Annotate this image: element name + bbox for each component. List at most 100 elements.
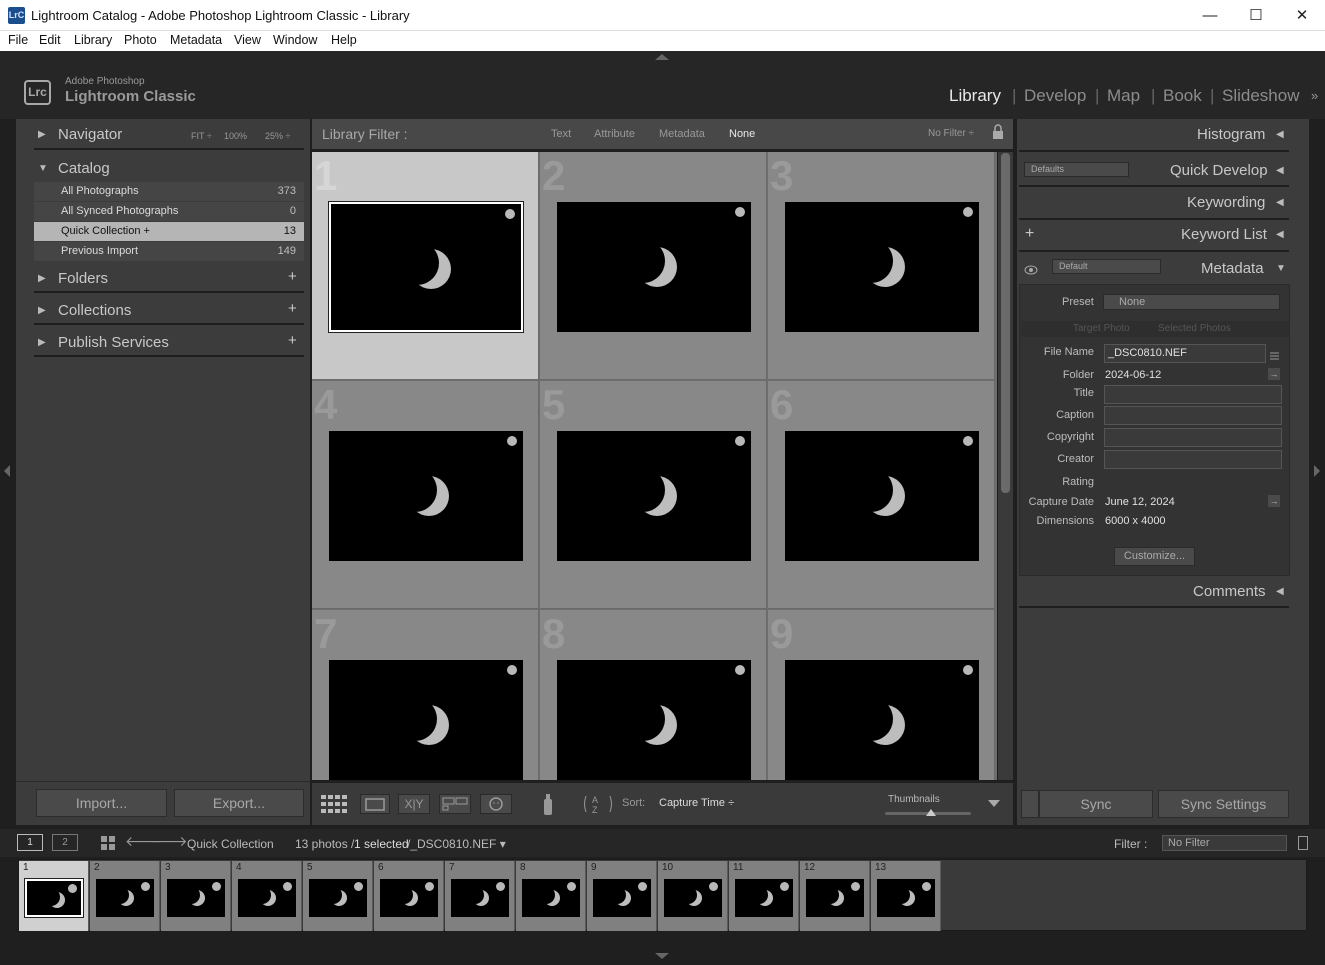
comments-label[interactable]: Comments	[1193, 583, 1266, 600]
module-library[interactable]: Library	[949, 86, 1001, 106]
histogram-label[interactable]: Histogram	[1197, 126, 1265, 143]
more-modules-icon[interactable]: »	[1311, 88, 1318, 103]
filmstrip-cell[interactable]: 3	[161, 861, 231, 931]
grid-cell[interactable]: 8	[540, 610, 767, 780]
filmstrip-cell[interactable]: 13	[871, 861, 941, 931]
filmstrip-thumbnail[interactable]	[238, 879, 296, 917]
filmstrip-cell[interactable]: 4	[232, 861, 302, 931]
grid-view-icon[interactable]	[101, 836, 115, 850]
filter-none-tab[interactable]: None	[729, 128, 755, 140]
right-panel-toggle-icon[interactable]	[1314, 465, 1320, 477]
filmstrip-thumbnail[interactable]	[380, 879, 438, 917]
go-to-folder-icon[interactable]: →	[1268, 368, 1280, 380]
filmstrip-cell[interactable]: 7	[445, 861, 515, 931]
menu-window[interactable]: Window	[273, 33, 317, 47]
photo-thumbnail[interactable]	[557, 660, 751, 780]
import-button[interactable]: Import...	[36, 789, 167, 817]
menu-photo[interactable]: Photo	[124, 33, 157, 47]
grid-view-icon[interactable]	[320, 794, 350, 814]
quick-develop-preset[interactable]: Defaults	[1024, 162, 1129, 177]
filmstrip-cell[interactable]: 10	[658, 861, 728, 931]
filmstrip-cell[interactable]: 8	[516, 861, 586, 931]
photo-thumbnail[interactable]	[557, 202, 751, 332]
collapse-icon[interactable]: ◀	[1276, 586, 1284, 597]
menu-metadata[interactable]: Metadata	[170, 33, 222, 47]
grid-scrollbar-thumb[interactable]	[1001, 153, 1010, 493]
copyright-field[interactable]	[1104, 428, 1282, 447]
list-icon[interactable]	[1269, 348, 1280, 360]
filmstrip-thumbnail[interactable]	[593, 879, 651, 917]
filmstrip-thumbnail[interactable]	[451, 879, 509, 917]
metadata-preset-select[interactable]: None	[1103, 294, 1280, 310]
add-folder-icon[interactable]: +	[288, 268, 297, 285]
photo-thumbnail[interactable]	[557, 431, 751, 561]
close-button[interactable]: ✕	[1279, 0, 1325, 31]
eye-icon[interactable]	[1024, 262, 1038, 275]
filmstrip-source[interactable]: Quick Collection	[187, 837, 274, 851]
menu-view[interactable]: View	[234, 33, 261, 47]
grid-cell[interactable]: 2	[540, 152, 767, 380]
collapse-icon[interactable]: ◀	[1276, 229, 1284, 240]
main-screen-button[interactable]: 1	[17, 834, 43, 851]
grid-cell[interactable]: 3	[768, 152, 995, 380]
grid-cell[interactable]: 5	[540, 381, 767, 609]
filmstrip-cell[interactable]: 5	[303, 861, 373, 931]
grid-cell[interactable]: 4	[312, 381, 539, 609]
selected-photos-tab[interactable]: Selected Photos	[1158, 323, 1231, 334]
module-map[interactable]: Map	[1107, 86, 1140, 106]
grid-cell[interactable]: 9	[768, 610, 995, 780]
filmstrip-cell[interactable]: 6	[374, 861, 444, 931]
photo-thumbnail[interactable]	[329, 660, 523, 780]
collapse-icon[interactable]: ◀	[1276, 165, 1284, 176]
filmstrip-thumbnail[interactable]	[167, 879, 225, 917]
collapse-icon[interactable]: ◀	[1276, 197, 1284, 208]
menu-file[interactable]: File	[8, 33, 28, 47]
grid-cell[interactable]: 1	[312, 152, 539, 380]
module-book[interactable]: Book	[1163, 86, 1202, 106]
grid-cell[interactable]: 6	[768, 381, 995, 609]
zoom-25[interactable]: 25% ÷	[265, 131, 290, 141]
painter-icon[interactable]	[541, 791, 555, 817]
top-panel-toggle-icon[interactable]	[655, 54, 669, 60]
forward-arrow-icon[interactable]: 🡒	[150, 833, 188, 850]
filter-lock-icon[interactable]	[1298, 836, 1308, 850]
compare-view-icon[interactable]: X|Y	[398, 794, 430, 814]
minimize-button[interactable]: —	[1187, 0, 1233, 31]
filmstrip-thumbnail[interactable]	[735, 879, 793, 917]
second-screen-button[interactable]: 2	[52, 834, 78, 851]
add-keyword-icon[interactable]: +	[1025, 225, 1034, 243]
catalog-item-quick-collection[interactable]: Quick Collection +13	[34, 222, 304, 241]
customize-button[interactable]: Customize...	[1114, 547, 1195, 566]
keyword-list-label[interactable]: Keyword List	[1181, 226, 1267, 243]
metadata-label[interactable]: Metadata	[1201, 260, 1264, 277]
photo-thumbnail[interactable]	[785, 431, 979, 561]
filter-metadata-tab[interactable]: Metadata	[659, 128, 705, 140]
menu-help[interactable]: Help	[331, 33, 357, 47]
people-view-icon[interactable]	[480, 794, 512, 814]
filter-text-tab[interactable]: Text	[551, 128, 571, 140]
title-field[interactable]	[1104, 385, 1282, 404]
zoom-fit[interactable]: FIT ÷	[191, 131, 212, 141]
maximize-button[interactable]: ☐	[1233, 0, 1279, 31]
filmstrip-cell[interactable]: 9	[587, 861, 657, 931]
photo-thumbnail[interactable]	[328, 201, 524, 333]
slider-handle-icon[interactable]	[926, 809, 936, 816]
catalog-item-all-synced[interactable]: All Synced Photographs 0	[34, 202, 304, 221]
filmstrip-thumbnail[interactable]	[877, 879, 935, 917]
menu-edit[interactable]: Edit	[39, 33, 61, 47]
module-slideshow[interactable]: Slideshow	[1222, 86, 1300, 106]
filmstrip-thumbnail[interactable]	[309, 879, 367, 917]
filter-preset-select[interactable]: No Filter ÷	[928, 128, 974, 139]
filmstrip-cell[interactable]: 12	[800, 861, 870, 931]
sort-direction-icon[interactable]: AZ	[582, 792, 614, 816]
filmstrip-thumbnail[interactable]	[522, 879, 580, 917]
target-photo-tab[interactable]: Target Photo	[1073, 323, 1130, 334]
zoom-100[interactable]: 100%	[224, 131, 247, 141]
catalog-item-previous-import[interactable]: Previous Import 149	[34, 242, 304, 261]
filmstrip-cell[interactable]: 1	[19, 861, 89, 931]
photo-thumbnail[interactable]	[785, 202, 979, 332]
grid-cell[interactable]: 7	[312, 610, 539, 780]
collapse-icon[interactable]: ◀	[1276, 129, 1284, 140]
expand-icon[interactable]: ▼	[1276, 263, 1286, 274]
filmstrip-thumbnail[interactable]	[806, 879, 864, 917]
